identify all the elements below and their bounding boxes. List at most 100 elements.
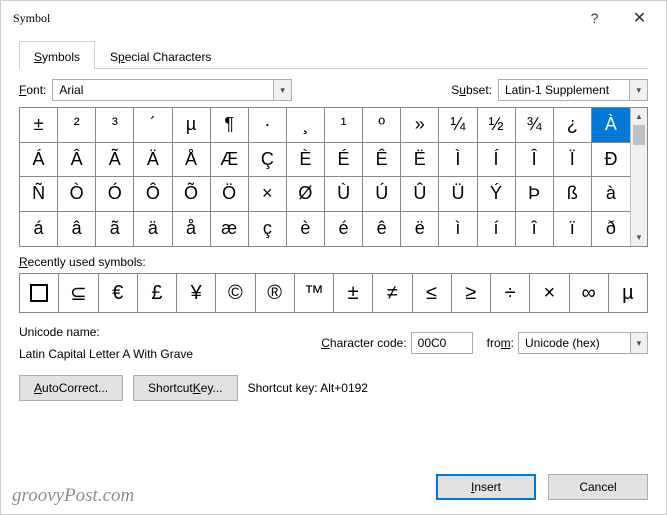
font-input[interactable] — [53, 80, 273, 100]
recent-cell[interactable]: © — [216, 274, 255, 312]
scroll-track[interactable] — [631, 125, 647, 229]
symbol-cell[interactable]: º — [363, 108, 401, 143]
symbol-cell[interactable]: æ — [211, 212, 249, 247]
scroll-thumb[interactable] — [633, 125, 645, 145]
insert-button[interactable]: Insert — [436, 474, 536, 500]
char-code-input[interactable] — [411, 332, 473, 354]
recent-cell[interactable]: ≥ — [452, 274, 491, 312]
symbol-cell[interactable]: Ó — [96, 177, 134, 212]
symbol-cell[interactable]: Ú — [363, 177, 401, 212]
symbol-cell[interactable]: Ý — [478, 177, 516, 212]
symbol-cell[interactable]: Ä — [134, 143, 172, 178]
symbol-cell[interactable]: Ç — [249, 143, 287, 178]
subset-combo[interactable]: ▾ — [498, 79, 648, 101]
scroll-down-icon[interactable]: ▼ — [631, 229, 647, 246]
recent-cell[interactable]: ⊆ — [59, 274, 98, 312]
scroll-up-icon[interactable]: ▲ — [631, 108, 647, 125]
symbol-cell[interactable]: Æ — [211, 143, 249, 178]
recent-cell[interactable]: ≤ — [413, 274, 452, 312]
chevron-down-icon[interactable]: ▾ — [273, 80, 291, 100]
symbol-cell[interactable]: ç — [249, 212, 287, 247]
symbol-cell[interactable]: À — [592, 108, 630, 143]
font-combo[interactable]: ▾ — [52, 79, 292, 101]
symbol-cell[interactable]: È — [287, 143, 325, 178]
symbol-cell[interactable]: ¸ — [287, 108, 325, 143]
chevron-down-icon[interactable]: ▾ — [630, 333, 647, 353]
symbol-cell[interactable]: á — [20, 212, 58, 247]
symbol-cell[interactable]: Û — [401, 177, 439, 212]
symbol-cell[interactable]: Ù — [325, 177, 363, 212]
shortcut-key-button[interactable]: Shortcut Key... — [133, 375, 238, 401]
symbol-cell[interactable]: ¶ — [211, 108, 249, 143]
symbol-cell[interactable]: ë — [401, 212, 439, 247]
symbol-cell[interactable]: ã — [96, 212, 134, 247]
recent-cell[interactable]: ™ — [295, 274, 334, 312]
recent-cell[interactable]: £ — [138, 274, 177, 312]
symbol-cell[interactable]: ¼ — [439, 108, 477, 143]
tab-special-characters[interactable]: Special Characters — [95, 41, 226, 69]
symbol-cell[interactable]: Ê — [363, 143, 401, 178]
symbol-cell[interactable]: ´ — [134, 108, 172, 143]
symbol-cell[interactable]: Ã — [96, 143, 134, 178]
symbol-cell[interactable]: ¾ — [516, 108, 554, 143]
recent-cell[interactable]: × — [530, 274, 569, 312]
symbol-cell[interactable]: · — [249, 108, 287, 143]
symbol-cell[interactable]: Ð — [592, 143, 630, 178]
symbol-cell[interactable]: Õ — [173, 177, 211, 212]
symbol-cell[interactable]: Ø — [287, 177, 325, 212]
symbol-cell[interactable]: Ô — [134, 177, 172, 212]
symbol-cell[interactable]: Ï — [554, 143, 592, 178]
symbol-cell[interactable]: ð — [592, 212, 630, 247]
chevron-down-icon[interactable]: ▾ — [629, 80, 647, 100]
close-button[interactable]: ✕ — [617, 3, 662, 33]
symbol-cell[interactable]: à — [592, 177, 630, 212]
recent-cell[interactable]: € — [99, 274, 138, 312]
symbol-cell[interactable]: Í — [478, 143, 516, 178]
grid-scrollbar[interactable]: ▲ ▼ — [630, 108, 647, 246]
symbol-cell[interactable]: É — [325, 143, 363, 178]
symbol-cell[interactable]: ¹ — [325, 108, 363, 143]
recent-cell[interactable]: ® — [256, 274, 295, 312]
recent-cell[interactable]: µ — [609, 274, 647, 312]
symbol-cell[interactable]: Ü — [439, 177, 477, 212]
recent-cell[interactable]: ± — [334, 274, 373, 312]
symbol-cell[interactable]: µ — [173, 108, 211, 143]
symbol-cell[interactable]: ä — [134, 212, 172, 247]
symbol-cell[interactable]: Ì — [439, 143, 477, 178]
cancel-button[interactable]: Cancel — [548, 474, 648, 500]
symbol-cell[interactable]: ² — [58, 108, 96, 143]
symbol-cell[interactable]: ½ — [478, 108, 516, 143]
tab-symbols[interactable]: Symbols — [19, 41, 95, 69]
symbol-cell[interactable]: ê — [363, 212, 401, 247]
symbol-cell[interactable]: Þ — [516, 177, 554, 212]
symbol-cell[interactable]: í — [478, 212, 516, 247]
symbol-cell[interactable]: â — [58, 212, 96, 247]
help-button[interactable]: ? — [572, 3, 617, 33]
symbol-cell[interactable]: Ñ — [20, 177, 58, 212]
symbol-cell[interactable]: Ò — [58, 177, 96, 212]
symbol-cell[interactable]: è — [287, 212, 325, 247]
symbol-cell[interactable]: î — [516, 212, 554, 247]
symbol-cell[interactable]: é — [325, 212, 363, 247]
recent-cell[interactable]: ¥ — [177, 274, 216, 312]
autocorrect-button[interactable]: AutoCorrect... — [19, 375, 123, 401]
from-combo[interactable]: ▾ — [518, 332, 648, 354]
from-input[interactable] — [519, 333, 630, 353]
symbol-cell[interactable]: Î — [516, 143, 554, 178]
symbol-cell[interactable]: ³ — [96, 108, 134, 143]
symbol-cell[interactable]: ¿ — [554, 108, 592, 143]
symbol-cell[interactable]: ß — [554, 177, 592, 212]
subset-input[interactable] — [499, 80, 629, 100]
recent-cell[interactable] — [20, 274, 59, 312]
symbol-cell[interactable]: ï — [554, 212, 592, 247]
symbol-cell[interactable]: Ë — [401, 143, 439, 178]
recent-cell[interactable]: ÷ — [491, 274, 530, 312]
symbol-cell[interactable]: å — [173, 212, 211, 247]
recent-cell[interactable]: ≠ — [373, 274, 412, 312]
symbol-cell[interactable]: Å — [173, 143, 211, 178]
symbol-cell[interactable]: × — [249, 177, 287, 212]
symbol-cell[interactable]: » — [401, 108, 439, 143]
symbol-cell[interactable]: ì — [439, 212, 477, 247]
symbol-cell[interactable]: Ö — [211, 177, 249, 212]
symbol-cell[interactable]: Â — [58, 143, 96, 178]
